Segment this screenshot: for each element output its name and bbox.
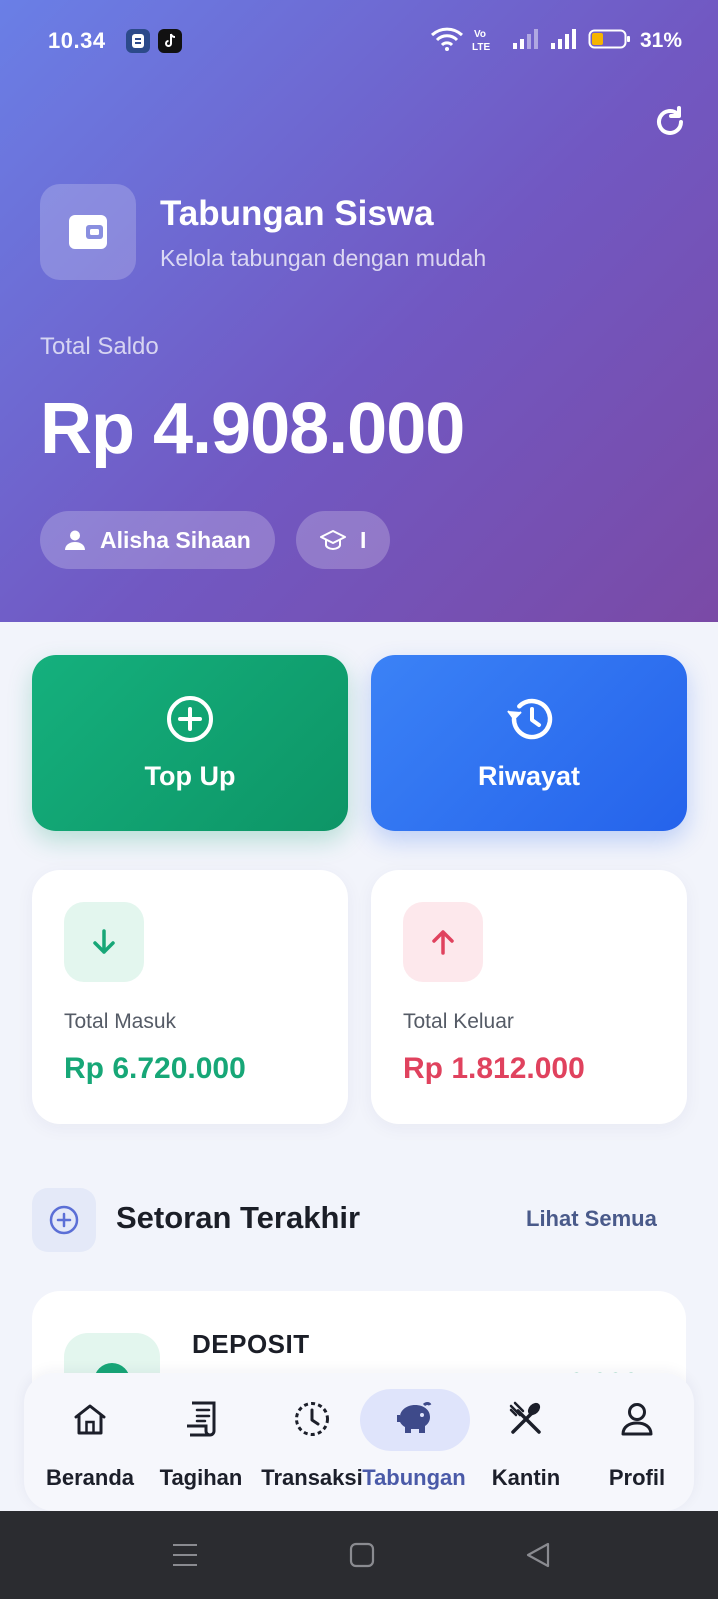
header-banner: 10.34 Vo LTE 31% Tabungan Siswa Kelola t… xyxy=(0,0,718,622)
system-navigation-bar xyxy=(0,1511,718,1599)
total-saldo-value: Rp 4.908.000 xyxy=(40,389,465,469)
nav-label: Profil xyxy=(608,1465,666,1490)
nav-item-profil[interactable]: Profil xyxy=(581,1373,693,1511)
total-masuk-value: Rp 6.720.000 xyxy=(64,1052,246,1085)
menu-icon[interactable] xyxy=(165,1537,205,1573)
back-triangle-icon[interactable] xyxy=(518,1537,558,1573)
app-notification-icon xyxy=(126,29,150,53)
section-title: Setoran Terakhir xyxy=(116,1200,361,1235)
nav-label: Tagihan xyxy=(159,1465,243,1490)
total-masuk-card: Total Masuk Rp 6.720.000 xyxy=(32,870,348,1124)
wifi-icon xyxy=(430,27,464,56)
status-icons: Vo LTE 31% xyxy=(430,26,682,56)
nav-label: Tabungan xyxy=(362,1465,466,1490)
battery-percentage: 31% xyxy=(639,29,682,52)
total-keluar-label: Total Keluar xyxy=(403,1010,514,1033)
history-icon xyxy=(507,698,553,739)
see-all-link[interactable]: Lihat Semua xyxy=(526,1206,657,1232)
svg-text:Vo: Vo xyxy=(474,29,486,40)
nav-item-kantin[interactable]: Kantin xyxy=(470,1373,582,1511)
student-name: Alisha Sihaan xyxy=(100,526,251,553)
total-saldo-label: Total Saldo xyxy=(40,333,159,360)
home-square-icon[interactable] xyxy=(342,1537,382,1573)
plus-circle-icon xyxy=(167,695,213,742)
clock-icon xyxy=(256,1399,368,1439)
nav-label: Kantin xyxy=(491,1465,561,1490)
plus-circle-icon xyxy=(32,1188,96,1252)
nav-item-beranda[interactable]: Beranda xyxy=(34,1373,146,1511)
signal-icon xyxy=(550,27,580,56)
wallet-icon xyxy=(69,215,107,249)
refresh-button[interactable] xyxy=(650,102,690,142)
status-bar: 10.34 Vo LTE 31% xyxy=(0,0,718,80)
riwayat-button[interactable]: Riwayat xyxy=(371,655,687,831)
user-icon xyxy=(581,1399,693,1439)
nav-item-tagihan[interactable]: Tagihan xyxy=(145,1373,257,1511)
volte-icon: Vo LTE xyxy=(472,26,504,57)
home-icon xyxy=(34,1399,146,1439)
battery-icon xyxy=(588,27,632,56)
total-keluar-card: Total Keluar Rp 1.812.000 xyxy=(371,870,687,1124)
bottom-nav: Beranda Tagihan Transaksi Tabungan Kanti… xyxy=(24,1373,694,1511)
signal-icon xyxy=(512,27,542,56)
page-subtitle: Kelola tabungan dengan mudah xyxy=(160,245,487,271)
svg-text:LTE: LTE xyxy=(472,42,490,52)
arrow-up-icon xyxy=(403,902,483,982)
total-masuk-label: Total Masuk xyxy=(64,1010,177,1033)
total-keluar-value: Rp 1.812.000 xyxy=(403,1052,585,1085)
student-name-chip: Alisha Sihaan xyxy=(40,511,275,569)
status-time: 10.34 xyxy=(48,28,106,53)
nav-item-tabungan[interactable]: Tabungan xyxy=(358,1373,470,1511)
riwayat-label: Riwayat xyxy=(477,760,581,791)
refresh-icon xyxy=(657,106,683,135)
top-up-button[interactable]: Top Up xyxy=(32,655,348,831)
student-class: I xyxy=(360,526,367,553)
receipt-icon xyxy=(145,1399,257,1439)
page-title: Tabungan Siswa xyxy=(160,194,434,233)
deposit-type: DEPOSIT xyxy=(192,1329,310,1359)
user-icon xyxy=(65,530,85,550)
arrow-down-icon xyxy=(64,902,144,982)
top-up-label: Top Up xyxy=(144,760,236,791)
wallet-icon-box xyxy=(40,184,136,280)
student-class-chip: I xyxy=(296,511,391,569)
piggy-bank-icon xyxy=(358,1399,470,1439)
tiktok-icon xyxy=(158,29,182,53)
nav-label: Beranda xyxy=(45,1465,135,1490)
utensils-icon xyxy=(470,1399,582,1439)
graduation-cap-icon xyxy=(320,530,346,551)
